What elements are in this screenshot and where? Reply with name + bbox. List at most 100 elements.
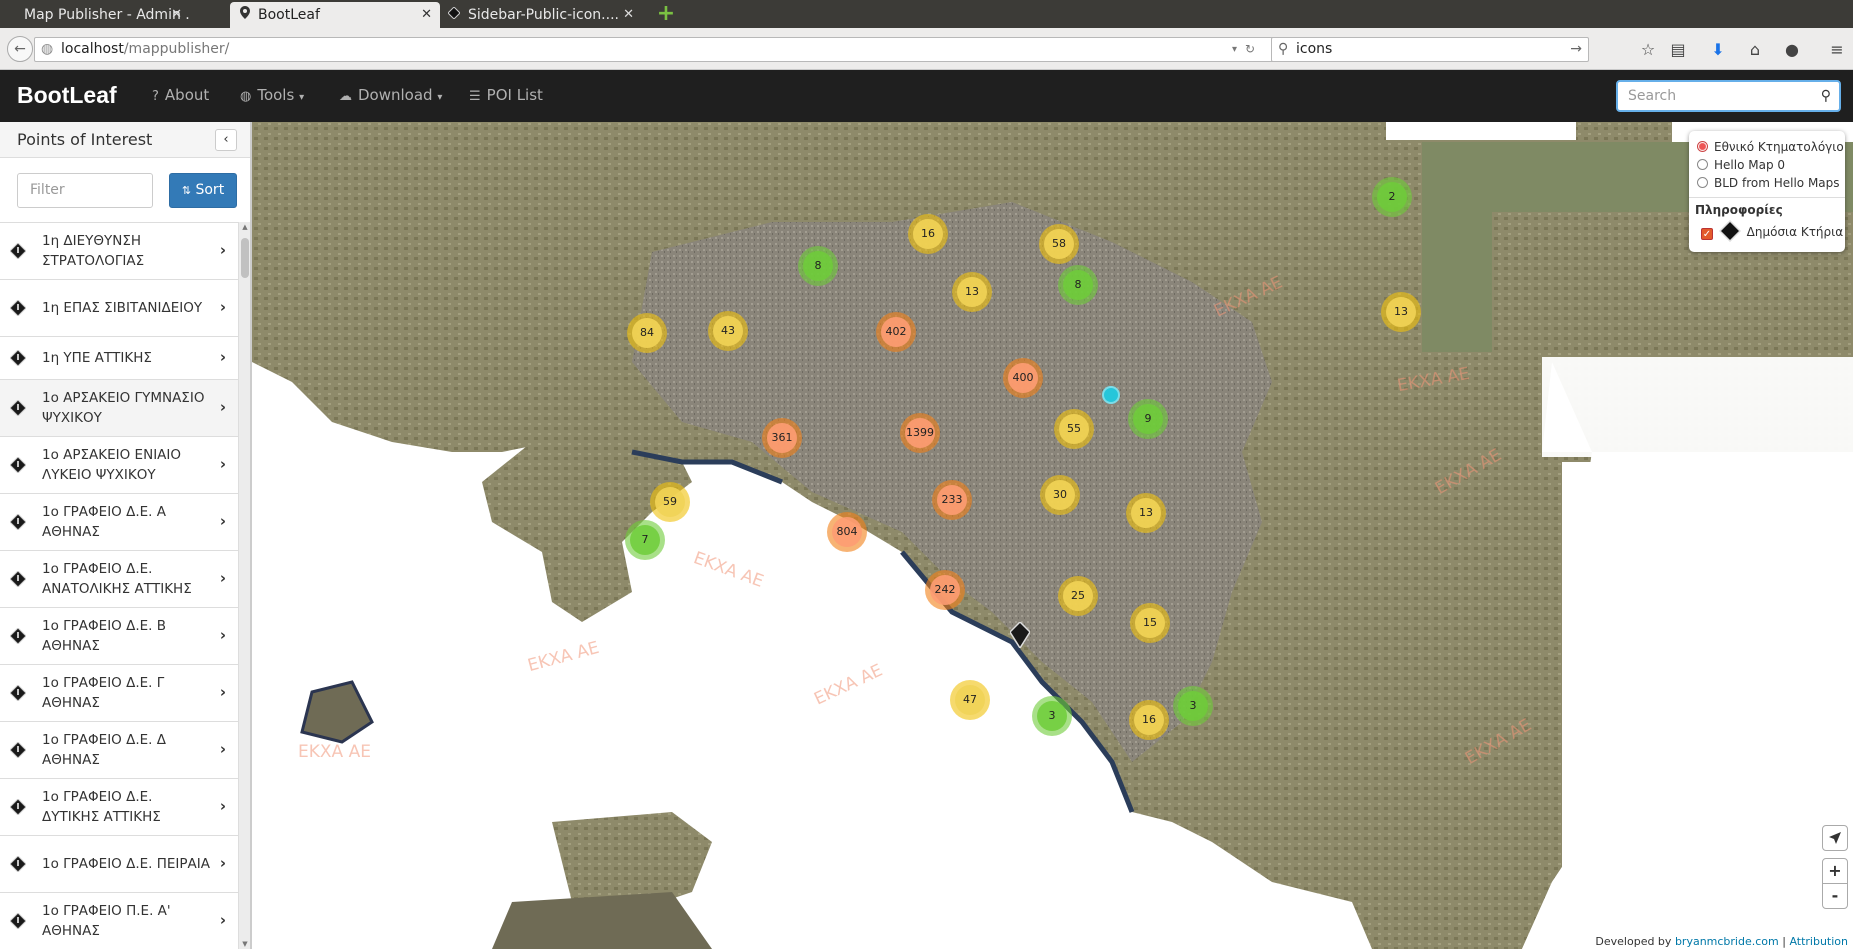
close-tab-icon[interactable]: ✕	[421, 2, 432, 28]
back-button[interactable]: ←	[7, 36, 33, 62]
filter-input[interactable]: Filter	[17, 173, 153, 208]
current-location-marker[interactable]	[1102, 386, 1120, 404]
marker-cluster[interactable]: 402	[876, 312, 916, 352]
attribution-link[interactable]: Attribution	[1789, 935, 1848, 948]
download-icon[interactable]: ⬇	[1708, 40, 1728, 60]
marker-cluster[interactable]: 400	[1003, 358, 1043, 398]
chevron-right-icon: ›	[219, 241, 226, 259]
nav-tools[interactable]: ◍ Tools ▾	[240, 86, 304, 104]
radio-icon[interactable]	[1697, 177, 1708, 188]
cluster-count: 8	[803, 251, 833, 281]
poi-list-item[interactable]: 1ο ΓΡΑΦΕΙΟ Δ.Ε. Β ΑΘΗΝΑΣ ›	[0, 608, 238, 665]
marker-cluster[interactable]: 8	[1058, 265, 1098, 305]
marker-cluster[interactable]: 9	[1128, 399, 1168, 439]
marker-cluster[interactable]: 47	[950, 680, 990, 720]
poi-list-item[interactable]: 1ο ΓΡΑΦΕΙΟ Δ.Ε. ΔΥΤΙΚΗΣ ΑΤΤΙΚΗΣ ›	[0, 779, 238, 836]
marker-cluster[interactable]: 13	[1126, 493, 1166, 533]
marker-cluster[interactable]: 3	[1173, 686, 1213, 726]
marker-cluster[interactable]: 59	[650, 482, 690, 522]
browser-tab-1[interactable]: BootLeaf ✕	[230, 2, 440, 28]
diamond-icon	[1718, 219, 1741, 243]
go-arrow-icon[interactable]: →	[1570, 38, 1582, 61]
poi-list-item[interactable]: 1ο ΓΡΑΦΕΙΟ Δ.Ε. ΠΕΙΡΑΙΑ ›	[0, 836, 238, 893]
cluster-count: 30	[1045, 480, 1075, 510]
poi-list-item[interactable]: 1ο ΑΡΣΑΚΕΙΟ ΕΝΙΑΙΟ ΛΥΚΕΙΟ ΨΥΧΙΚΟΥ ›	[0, 437, 238, 494]
menu-icon[interactable]: ≡	[1827, 40, 1847, 60]
zoom-in-button[interactable]: +	[1822, 858, 1848, 884]
marker-cluster[interactable]: 1399	[900, 413, 940, 453]
dropdown-arrow-icon[interactable]: ▾	[1232, 38, 1237, 61]
browser-search-bar[interactable]: ⚲ icons →	[1271, 37, 1589, 62]
checkbox-checked-icon[interactable]: ✓	[1701, 228, 1713, 240]
diamond-icon	[447, 2, 461, 28]
marker-cluster[interactable]: 84	[627, 313, 667, 353]
poi-list-item[interactable]: 1ο ΓΡΑΦΕΙΟ Δ.Ε. Α ΑΘΗΝΑΣ ›	[0, 494, 238, 551]
scroll-up-icon[interactable]: ▲	[239, 223, 251, 231]
poi-list-item[interactable]: 1ο ΓΡΑΦΕΙΟ Δ.Ε. Δ ΑΘΗΝΑΣ ›	[0, 722, 238, 779]
radio-icon[interactable]	[1697, 159, 1708, 170]
public-building-marker[interactable]	[1009, 620, 1031, 652]
marker-cluster[interactable]: 13	[1381, 292, 1421, 332]
poi-list-item[interactable]: 1η ΥΠΕ ΑΤΤΙΚΗΣ ›	[0, 337, 238, 380]
poi-list-item[interactable]: 1ο ΓΡΑΦΕΙΟ Δ.Ε. Γ ΑΘΗΝΑΣ ›	[0, 665, 238, 722]
bookmark-star-icon[interactable]: ☆	[1638, 40, 1658, 60]
chat-icon[interactable]: ●	[1782, 40, 1802, 60]
marker-cluster[interactable]: 25	[1058, 576, 1098, 616]
sidebar-scrollbar[interactable]: ▲ ▼	[238, 222, 250, 949]
cluster-count: 43	[713, 316, 743, 346]
cluster-count: 8	[1063, 270, 1093, 300]
marker-cluster[interactable]: 43	[708, 311, 748, 351]
poi-list-item[interactable]: 1ο ΓΡΑΦΕΙΟ Π.Ε. Α' ΑΘΗΝΑΣ ›	[0, 893, 238, 949]
poi-label: 1η ΕΠΑΣ ΣΙΒΙΤΑΝΙΔΕΙΟΥ	[42, 300, 203, 316]
marker-cluster[interactable]: 2	[1372, 177, 1412, 217]
close-tab-icon[interactable]: ✕	[623, 2, 634, 28]
poi-list-item[interactable]: 1ο ΓΡΑΦΕΙΟ Δ.Ε. ΑΝΑΤΟΛΙΚΗΣ ΑΤΤΙΚΗΣ ›	[0, 551, 238, 608]
app-search-input[interactable]: Search ⚲	[1616, 80, 1841, 112]
nav-poi-list[interactable]: ☰ POI List	[469, 86, 543, 104]
marker-cluster[interactable]: 13	[952, 272, 992, 312]
sort-button[interactable]: ⇅ Sort	[169, 173, 237, 208]
scroll-down-icon[interactable]: ▼	[239, 940, 251, 948]
marker-cluster[interactable]: 804	[827, 512, 867, 552]
browser-tab-0[interactable]: Map Publisher - Admin ... ✕	[0, 2, 190, 28]
reload-icon[interactable]: ↻	[1245, 38, 1255, 61]
marker-cluster[interactable]: 58	[1039, 224, 1079, 264]
overlay-option[interactable]: ✓ Δημόσια Κτήρια	[1701, 219, 1843, 243]
sort-icon: ⇅	[181, 184, 192, 197]
brand-logo[interactable]: BootLeaf	[17, 82, 117, 109]
radio-selected-icon[interactable]	[1697, 141, 1708, 152]
new-tab-button[interactable]: +	[656, 3, 676, 25]
sidebar-collapse-button[interactable]: ‹	[215, 129, 237, 151]
url-bar[interactable]: ◍ localhost/mappublisher/ ▾ ↻	[34, 37, 1274, 62]
marker-cluster[interactable]: 361	[762, 418, 802, 458]
marker-cluster[interactable]: 30	[1040, 475, 1080, 515]
attribution-author-link[interactable]: bryanmcbride.com	[1675, 935, 1779, 948]
nav-about[interactable]: ? About	[152, 86, 209, 104]
reading-list-icon[interactable]: ▤	[1668, 40, 1688, 60]
map-view[interactable]: ΕΚΧΑ ΑΕ ΕΚΧΑ ΑΕ ΕΚΧΑ ΑΕ ΕΚΧΑ ΑΕ ΕΚΧΑ ΑΕ …	[252, 122, 1853, 949]
nav-download[interactable]: ☁ Download ▾	[339, 86, 442, 104]
marker-cluster[interactable]: 3	[1032, 696, 1072, 736]
marker-cluster[interactable]: 242	[925, 570, 965, 610]
search-icon[interactable]: ⚲	[1821, 82, 1831, 110]
zoom-out-button[interactable]: -	[1822, 883, 1848, 909]
scrollbar-thumb[interactable]	[241, 238, 249, 278]
marker-cluster[interactable]: 16	[1129, 700, 1169, 740]
diamond-icon	[10, 457, 26, 473]
marker-cluster[interactable]: 233	[932, 480, 972, 520]
home-icon[interactable]: ⌂	[1745, 40, 1765, 60]
poi-list-item[interactable]: 1η ΕΠΑΣ ΣΙΒΙΤΑΝΙΔΕΙΟΥ ›	[0, 280, 238, 337]
marker-cluster[interactable]: 55	[1054, 409, 1094, 449]
base-layer-option[interactable]: Hello Map 0	[1697, 158, 1785, 172]
base-layer-option[interactable]: BLD from Hello Maps	[1697, 176, 1840, 190]
poi-list-item[interactable]: 1ο ΑΡΣΑΚΕΙΟ ΓΥΜΝΑΣΙΟ ΨΥΧΙΚΟΥ ›	[0, 380, 238, 437]
base-layer-option[interactable]: Εθνικό Κτηματολόγιο	[1697, 140, 1844, 154]
marker-cluster[interactable]: 15	[1130, 603, 1170, 643]
marker-cluster[interactable]: 7	[625, 520, 665, 560]
marker-cluster[interactable]: 8	[798, 246, 838, 286]
locate-button[interactable]	[1822, 825, 1848, 851]
browser-tab-2[interactable]: Sidebar-Public-icon.... ✕	[442, 2, 642, 28]
close-tab-icon[interactable]: ✕	[171, 2, 182, 28]
poi-list-item[interactable]: 1η ΔΙΕΥΘΥΝΣΗ ΣΤΡΑΤΟΛΟΓΙΑΣ ›	[0, 223, 238, 280]
marker-cluster[interactable]: 16	[908, 214, 948, 254]
